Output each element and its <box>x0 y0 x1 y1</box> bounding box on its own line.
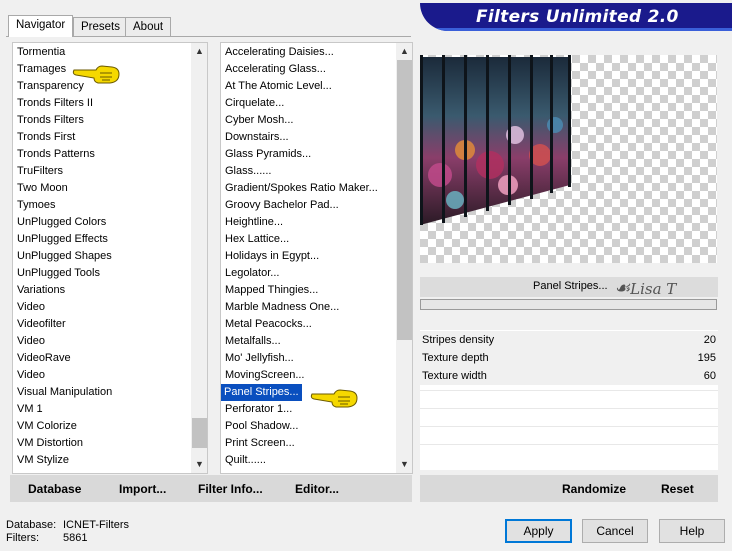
filter-item[interactable]: Legolator... <box>225 265 279 282</box>
app-title: Filters Unlimited 2.0 <box>476 7 679 27</box>
category-item[interactable]: Tronds Filters II <box>17 95 93 112</box>
randomize-button[interactable]: Randomize <box>562 482 626 496</box>
pointer-hand-icon <box>72 65 120 84</box>
category-item[interactable]: Tronds First <box>17 129 75 146</box>
database-button[interactable]: Database <box>28 482 81 496</box>
progress-bar <box>420 299 717 310</box>
filter-name-label: Panel Stripes... <box>533 280 608 292</box>
category-item[interactable]: VM Stylize <box>17 452 69 469</box>
filter-item[interactable]: Metalfalls... <box>225 333 281 350</box>
filters-label: Filters: <box>6 532 39 544</box>
filter-item[interactable]: At The Atomic Level... <box>225 78 332 95</box>
category-item[interactable]: Two Moon <box>17 180 68 197</box>
database-label: Database: <box>6 519 57 531</box>
param-value: 195 <box>697 352 716 364</box>
cancel-button[interactable]: Cancel <box>582 519 648 543</box>
category-item[interactable]: VM Distortion <box>17 435 83 452</box>
scroll-down-icon[interactable]: ▼ <box>396 456 412 473</box>
database-status: Database: ICNET-Filters <box>6 519 129 531</box>
param-label: Stripes density <box>422 334 495 346</box>
category-item[interactable]: UnPlugged Effects <box>17 231 108 248</box>
preview-image <box>420 55 717 263</box>
filter-item[interactable]: Gradient/Spokes Ratio Maker... <box>225 180 378 197</box>
filter-item[interactable]: Quilt...... <box>225 452 266 469</box>
category-item[interactable]: UnPlugged Tools <box>17 265 100 282</box>
category-item[interactable]: TruFilters <box>17 163 63 180</box>
category-item[interactable]: Tronds Patterns <box>17 146 95 163</box>
param-row-texture-depth[interactable]: Texture depth 195 <box>420 349 718 367</box>
apply-button[interactable]: Apply <box>505 519 572 543</box>
param-label: Texture depth <box>422 352 489 364</box>
filter-info-button[interactable]: Filter Info... <box>198 482 263 496</box>
category-list[interactable]: Tormentia Tramages Transparency Tronds Filt… <box>12 42 208 474</box>
param-row-texture-width[interactable]: Texture width 60 <box>420 367 718 385</box>
param-value: 20 <box>703 334 716 346</box>
filter-item[interactable]: Downstairs... <box>225 129 289 146</box>
tab-about[interactable]: About <box>125 17 172 36</box>
filter-item[interactable]: Cirquelate... <box>225 95 284 112</box>
editor-button[interactable]: Editor... <box>295 482 339 496</box>
category-item[interactable]: VM 1 <box>17 401 43 418</box>
filter-item[interactable]: Metal Peacocks... <box>225 316 312 333</box>
database-value: ICNET-Filters <box>63 519 129 531</box>
filters-status: Filters: 5861 <box>6 532 87 544</box>
filter-item[interactable]: Glass Pyramids... <box>225 146 311 163</box>
filter-item[interactable]: Glass...... <box>225 163 271 180</box>
param-divider <box>420 426 718 427</box>
category-item[interactable]: Tramages <box>17 61 66 78</box>
category-item[interactable]: Video <box>17 333 45 350</box>
category-item[interactable]: Video <box>17 367 45 384</box>
category-item[interactable]: Visual Manipulation <box>17 384 112 401</box>
scroll-up-icon[interactable]: ▲ <box>396 43 412 60</box>
filter-item[interactable]: Mo' Jellyfish... <box>225 350 294 367</box>
category-item[interactable]: Tormentia <box>17 44 65 61</box>
filter-item[interactable]: Perforator 1... <box>225 401 292 418</box>
app-banner: Filters Unlimited 2.0 <box>420 3 732 31</box>
param-row-stripes-density[interactable]: Stripes density 20 <box>420 331 718 349</box>
category-item[interactable]: Tymoes <box>17 197 56 214</box>
category-item[interactable]: Video <box>17 299 45 316</box>
filter-item[interactable]: Accelerating Glass... <box>225 61 326 78</box>
reset-button[interactable]: Reset <box>661 482 694 496</box>
category-item[interactable]: VM Colorize <box>17 418 77 435</box>
pointer-hand-icon <box>310 389 358 408</box>
scroll-thumb[interactable] <box>192 418 207 448</box>
filter-item[interactable]: Accelerating Daisies... <box>225 44 334 61</box>
filter-item[interactable]: Holidays in Egypt... <box>225 248 319 265</box>
filter-item[interactable]: Print Screen... <box>225 435 295 452</box>
filter-item[interactable]: MovingScreen... <box>225 367 304 384</box>
watermark: ☙Lisa T <box>614 278 677 299</box>
filters-count: 5861 <box>63 532 88 544</box>
category-item[interactable]: Tronds Filters <box>17 112 84 129</box>
filter-item[interactable]: Hex Lattice... <box>225 231 289 248</box>
category-item[interactable]: Variations <box>17 282 65 299</box>
import-button[interactable]: Import... <box>119 482 166 496</box>
filter-scrollbar[interactable]: ▲ ▼ <box>396 43 412 473</box>
filter-item[interactable]: Marble Madness One... <box>225 299 339 316</box>
filter-item[interactable]: Cyber Mosh... <box>225 112 293 129</box>
watermark-icon: ☙ <box>614 278 631 299</box>
param-divider <box>420 444 718 445</box>
category-item[interactable]: Videofilter <box>17 316 66 333</box>
tab-presets[interactable]: Presets <box>73 17 128 36</box>
filter-item[interactable]: Groovy Bachelor Pad... <box>225 197 339 214</box>
scroll-up-icon[interactable]: ▲ <box>191 43 207 60</box>
help-button[interactable]: Help <box>659 519 725 543</box>
filter-item[interactable]: Pool Shadow... <box>225 418 298 435</box>
filter-item[interactable]: Mapped Thingies... <box>225 282 318 299</box>
param-value: 60 <box>703 370 716 382</box>
tab-navigator[interactable]: Navigator <box>8 15 74 37</box>
scroll-down-icon[interactable]: ▼ <box>191 456 207 473</box>
filter-item-selected[interactable]: Panel Stripes... <box>221 384 302 401</box>
param-label: Texture width <box>422 370 487 382</box>
param-divider <box>420 408 718 409</box>
scroll-thumb[interactable] <box>397 60 412 340</box>
param-divider <box>420 390 718 391</box>
panel-stripes-preview <box>420 55 571 225</box>
category-item[interactable]: VideoRave <box>17 350 71 367</box>
category-item[interactable]: UnPlugged Colors <box>17 214 106 231</box>
category-scrollbar[interactable]: ▲ ▼ <box>191 43 207 473</box>
filter-item[interactable]: Heightline... <box>225 214 283 231</box>
category-item[interactable]: UnPlugged Shapes <box>17 248 112 265</box>
